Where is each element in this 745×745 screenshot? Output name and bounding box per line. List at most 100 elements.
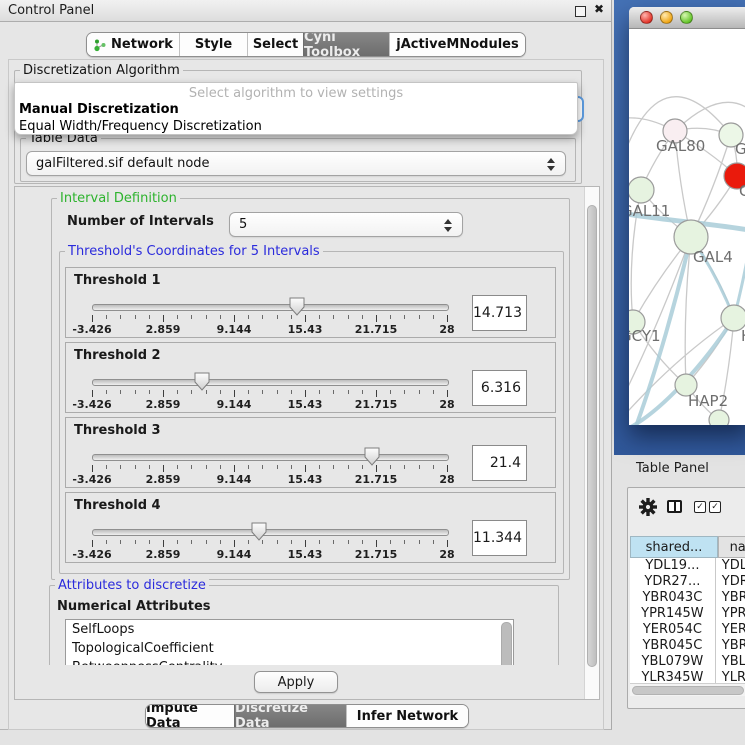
attribute-list-item[interactable]: SelfLoops	[66, 620, 513, 639]
slider-tick	[248, 540, 249, 544]
cell-name[interactable]: YBR04	[716, 590, 745, 606]
list-scrollbar-thumb[interactable]	[501, 622, 512, 665]
slider-tick	[390, 390, 391, 394]
slider-track[interactable]	[92, 304, 449, 311]
network-window-titlebar[interactable]	[629, 7, 745, 29]
network-node-label: GAL4	[693, 248, 733, 266]
slider-thumb[interactable]	[194, 372, 210, 391]
slider-tick	[149, 465, 150, 469]
slider-tick	[333, 540, 334, 544]
split-columns-icon[interactable]	[667, 500, 682, 513]
tab-infer-network[interactable]: Infer Network	[346, 705, 468, 727]
slider-thumb[interactable]	[289, 297, 305, 316]
slider-tick	[149, 540, 150, 544]
threshold-value-field[interactable]: 11.344	[472, 520, 527, 556]
algorithm-option-equal-width-frequency[interactable]: Equal Width/Frequency Discretization	[19, 119, 262, 134]
slider-tick	[348, 390, 349, 394]
cell-shared-name[interactable]: YBL079W	[630, 654, 716, 670]
slider-tick	[376, 315, 377, 322]
tab-network[interactable]: Network	[87, 33, 179, 56]
zoom-traffic-light-icon[interactable]	[680, 11, 693, 24]
network-graph: GAL80GACGAL11GAL4GCY1HHAP2	[629, 29, 745, 425]
threshold-panel-3: Threshold 3-3.4262.8599.14415.4321.71528…	[65, 417, 556, 488]
slider-tick	[234, 390, 235, 397]
column-header-name[interactable]: name	[718, 536, 745, 558]
slider-tick	[234, 465, 235, 472]
cell-name[interactable]: YBR04	[716, 638, 745, 654]
column-visibility-icons[interactable]: ✓ ✓	[694, 501, 721, 513]
tab-style[interactable]: Style	[179, 33, 247, 56]
number-of-intervals-combobox[interactable]: 5	[229, 212, 463, 237]
table-row[interactable]: YDL19...YDL19	[630, 558, 745, 574]
settings-scrollbar[interactable]	[584, 187, 599, 699]
threshold-value-field[interactable]: 21.4	[472, 445, 527, 481]
close-traffic-light-icon[interactable]	[640, 11, 653, 24]
table-row[interactable]: YER054CYER05	[630, 622, 745, 638]
attribute-list-item[interactable]: BetweennessCentrality	[66, 658, 513, 665]
table-data-combobox[interactable]: galFiltered.sif default node	[26, 151, 566, 176]
attribute-list-item[interactable]: TopologicalCoefficient	[66, 639, 513, 658]
slider-tick-label: 28	[439, 548, 454, 561]
slider-tick-label: 15.43	[288, 473, 323, 486]
minimize-traffic-light-icon[interactable]	[660, 11, 673, 24]
numerical-attributes-label: Numerical Attributes	[57, 599, 211, 614]
slider-thumb[interactable]	[364, 447, 380, 466]
control-panel-titlebar[interactable]: Control Panel ✖	[0, 0, 611, 22]
control-panel-window: Control Panel ✖ Network Style Select Cyn…	[0, 0, 612, 730]
tab-jactivemnodules[interactable]: jActiveMNodules	[389, 33, 525, 56]
numerical-attributes-list[interactable]: SelfLoopsTopologicalCoefficientBetweenne…	[65, 619, 514, 665]
table-row[interactable]: YBR045CYBR04	[630, 638, 745, 654]
slider-thumb[interactable]	[251, 522, 267, 541]
cell-shared-name[interactable]: YER054C	[630, 622, 716, 638]
slider-tick	[135, 540, 136, 544]
slider-track[interactable]	[92, 379, 449, 386]
threshold-value-field[interactable]: 6.316	[472, 370, 527, 406]
tab-discretize-data[interactable]: Discretize Data	[234, 705, 346, 727]
close-icon[interactable]: ✖	[594, 2, 604, 16]
network-edge-highlighted[interactable]	[734, 227, 745, 318]
tab-label: Network	[111, 37, 173, 52]
cell-shared-name[interactable]: YDR27...	[630, 574, 716, 590]
network-view-window[interactable]: GAL80GACGAL11GAL4GCY1HHAP2	[629, 7, 745, 425]
slider-track[interactable]	[92, 529, 449, 536]
algorithm-option-manual-discretization[interactable]: Manual Discretization	[19, 102, 179, 117]
table-row[interactable]: YBL079WYBL07	[630, 654, 745, 670]
slider-tick	[135, 465, 136, 469]
slider-tick	[206, 315, 207, 319]
gear-icon[interactable]	[639, 498, 657, 516]
cell-name[interactable]: YBL07	[716, 654, 745, 670]
slider-tick	[220, 465, 221, 469]
cell-shared-name[interactable]: YBR045C	[630, 638, 716, 654]
slider-tick-label: 15.43	[288, 398, 323, 411]
slider-tick	[220, 315, 221, 319]
cell-name[interactable]: YDR27	[716, 574, 745, 590]
cell-name[interactable]: YER05	[716, 622, 745, 638]
cell-name[interactable]: YPR14	[716, 606, 745, 622]
slider-tick	[163, 390, 164, 397]
column-header-shared-name[interactable]: shared...	[630, 536, 718, 558]
threshold-value-field[interactable]: 14.713	[472, 295, 527, 331]
slider-track[interactable]	[92, 454, 449, 461]
tab-cyni-toolbox[interactable]: Cyni Toolbox	[303, 33, 389, 56]
table-row[interactable]: YBR043CYBR04	[630, 590, 745, 606]
cell-shared-name[interactable]: YPR145W	[630, 606, 716, 622]
network-node-gal11[interactable]	[629, 177, 654, 203]
table-row[interactable]: YPR145WYPR14	[630, 606, 745, 622]
tab-impute-data[interactable]: Impute Data	[146, 705, 234, 727]
slider-tick	[305, 465, 306, 472]
table-row[interactable]: YDR27...YDR27	[630, 574, 745, 590]
float-window-icon[interactable]	[575, 6, 586, 17]
table-scrollbar-thumb[interactable]	[632, 686, 744, 695]
settings-scrollbar-thumb[interactable]	[587, 205, 597, 667]
network-node-label: GCY1	[629, 327, 661, 345]
slider-tick	[433, 315, 434, 319]
network-node[interactable]	[709, 410, 729, 425]
tab-select[interactable]: Select	[247, 33, 303, 56]
cell-shared-name[interactable]: YBR043C	[630, 590, 716, 606]
cyni-bottom-tab-bar: Impute Data Discretize Data Infer Networ…	[145, 704, 469, 728]
network-canvas[interactable]: GAL80GACGAL11GAL4GCY1HHAP2	[629, 29, 745, 425]
table-horizontal-scrollbar[interactable]	[630, 683, 745, 696]
cell-shared-name[interactable]: YDL19...	[630, 558, 716, 574]
cell-name[interactable]: YDL19	[716, 558, 745, 574]
apply-button[interactable]: Apply	[254, 671, 338, 693]
